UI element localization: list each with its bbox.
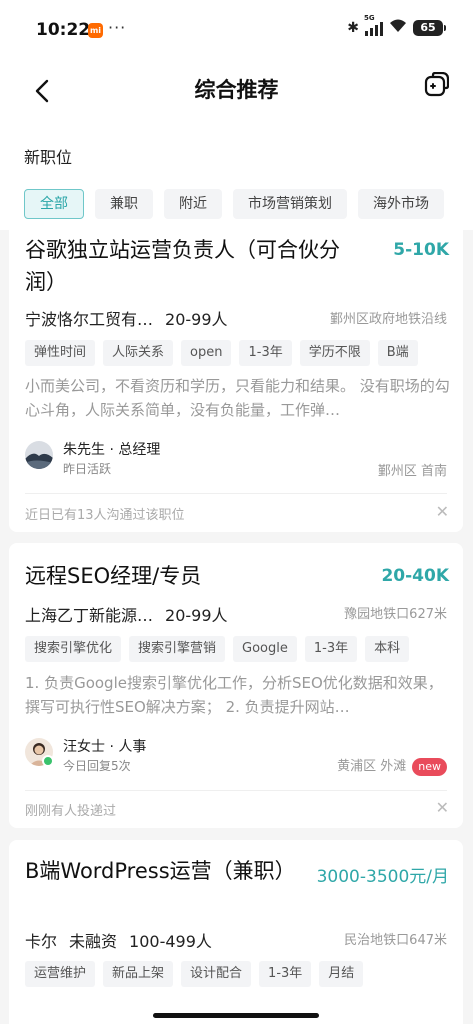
- company-name: 上海乙丁新能源…: [25, 606, 154, 625]
- job-area: 鄞州区 首南: [377, 464, 447, 479]
- job-tag: 弹性时间: [25, 340, 96, 366]
- job-tag: 1-3年: [259, 961, 312, 987]
- wifi-icon: [389, 19, 407, 37]
- job-title: 远程SEO经理/专员: [25, 564, 202, 588]
- bluetooth-icon: ✱: [347, 20, 359, 36]
- job-tag: 运营维护: [25, 961, 96, 987]
- company-info: 上海乙丁新能源… 20-99人: [25, 602, 228, 626]
- company-size: 20-99人: [165, 606, 228, 625]
- dismiss-icon[interactable]: ✕: [436, 798, 449, 817]
- more-notifications-icon: ···: [108, 18, 127, 37]
- job-tags: 搜索引擎优化 搜索引擎营销 Google 1-3年 本科: [25, 636, 410, 662]
- status-bar: 10:22 mi ··· ✱ 5G 65: [0, 0, 473, 62]
- dismiss-icon[interactable]: ✕: [436, 502, 449, 521]
- recruiter-name: 朱先生 · 总经理: [63, 442, 161, 458]
- recruiter-avatar: [25, 441, 53, 469]
- company-funding: 未融资: [69, 932, 118, 951]
- nav-bar: 综合推荐: [0, 62, 473, 122]
- company-info: 宁波恪尔工贸有… 20-99人: [25, 306, 228, 330]
- job-tag: 新品上架: [103, 961, 174, 987]
- company-name: 宁波恪尔工贸有…: [25, 310, 154, 329]
- recruiter-status: 昨日活跃: [63, 462, 112, 476]
- filter-marketing[interactable]: 市场营销策划: [233, 189, 347, 219]
- job-salary: 20-40K: [381, 566, 449, 586]
- job-tags: 运营维护 新品上架 设计配合 1-3年 月结: [25, 961, 364, 987]
- card-footer: 近日已有13人沟通过该职位: [25, 508, 185, 523]
- job-tag: 人际关系: [103, 340, 174, 366]
- job-tag: 学历不限: [299, 340, 370, 366]
- job-tag: 搜索引擎优化: [25, 636, 122, 662]
- job-salary: 5-10K: [393, 240, 449, 260]
- company-size: 100-499人: [129, 932, 212, 951]
- filter-all[interactable]: 全部: [24, 189, 84, 219]
- job-title: 谷歌独立站运营负责人（可合伙分润）: [25, 238, 340, 294]
- recruiter-status: 今日回复5次: [63, 759, 131, 773]
- status-time: 10:22: [36, 20, 91, 40]
- recruiter-name: 汪女士 · 人事: [63, 739, 147, 755]
- job-tag: 月结: [319, 961, 364, 987]
- filter-bar: 全部 兼职 附近 市场营销策划 海外市场: [24, 189, 444, 219]
- new-badge: new: [412, 758, 447, 776]
- company-info: 卡尔 未融资 100-499人: [25, 928, 212, 952]
- job-location: 鄞州区政府地铁沿线: [329, 312, 447, 327]
- job-area-row: 黄浦区 外滩 new: [337, 755, 447, 776]
- job-tag: open: [181, 340, 232, 366]
- signal-icon: 5G: [364, 14, 383, 36]
- divider: [25, 790, 447, 791]
- online-indicator: [42, 755, 54, 767]
- job-tag: Google: [233, 636, 297, 662]
- job-description: 小而美公司，不看资历和学历，只看能力和结果。 没有职场的勾心斗角，人际关系简单，…: [25, 377, 450, 419]
- job-tag: 1-3年: [304, 636, 358, 662]
- job-description: 1. 负责Google搜索引擎优化工作，分析SEO优化数据和效果，撰写可执行性S…: [25, 674, 443, 716]
- job-location: 豫园地铁口627米: [344, 607, 447, 622]
- home-indicator[interactable]: [153, 1013, 319, 1018]
- job-tags: 弹性时间 人际关系 open 1-3年 学历不限 B端: [25, 340, 418, 366]
- section-label: 新职位: [24, 148, 73, 167]
- job-tag: 1-3年: [239, 340, 292, 366]
- page-title: 综合推荐: [194, 78, 279, 102]
- job-card[interactable]: 远程SEO经理/专员 20-40K 上海乙丁新能源… 20-99人 豫园地铁口62…: [9, 543, 463, 828]
- job-card[interactable]: 谷歌独立站运营负责人（可合伙分润） 5-10K 宁波恪尔工贸有… 20-99人 鄞…: [9, 230, 463, 532]
- card-footer: 刚刚有人投递过: [25, 804, 117, 819]
- filter-overseas[interactable]: 海外市场: [358, 189, 444, 219]
- divider: [25, 493, 447, 494]
- job-tag: 设计配合: [181, 961, 252, 987]
- status-icons: ✱ 5G 65: [347, 14, 446, 37]
- job-title: B端WordPress运营（兼职）: [25, 859, 296, 883]
- company-name: 卡尔: [25, 932, 58, 951]
- job-tag: 本科: [365, 636, 410, 662]
- job-salary: 3000-3500元/月: [316, 867, 449, 887]
- job-area: 黄浦区 外滩: [337, 759, 407, 774]
- filter-nearby[interactable]: 附近: [164, 189, 222, 219]
- share-icon[interactable]: [421, 72, 449, 100]
- job-card[interactable]: B端WordPress运营（兼职） 3000-3500元/月 卡尔 未融资 100-…: [9, 840, 463, 1024]
- network-type-label: 5G: [364, 14, 375, 22]
- mi-app-icon: mi: [88, 23, 103, 38]
- job-tag: B端: [377, 340, 418, 366]
- job-location: 民治地铁口647米: [344, 933, 447, 948]
- filter-part-time[interactable]: 兼职: [95, 189, 153, 219]
- job-tag: 搜索引擎营销: [129, 636, 226, 662]
- battery-icon: 65: [413, 20, 446, 36]
- company-size: 20-99人: [165, 310, 228, 329]
